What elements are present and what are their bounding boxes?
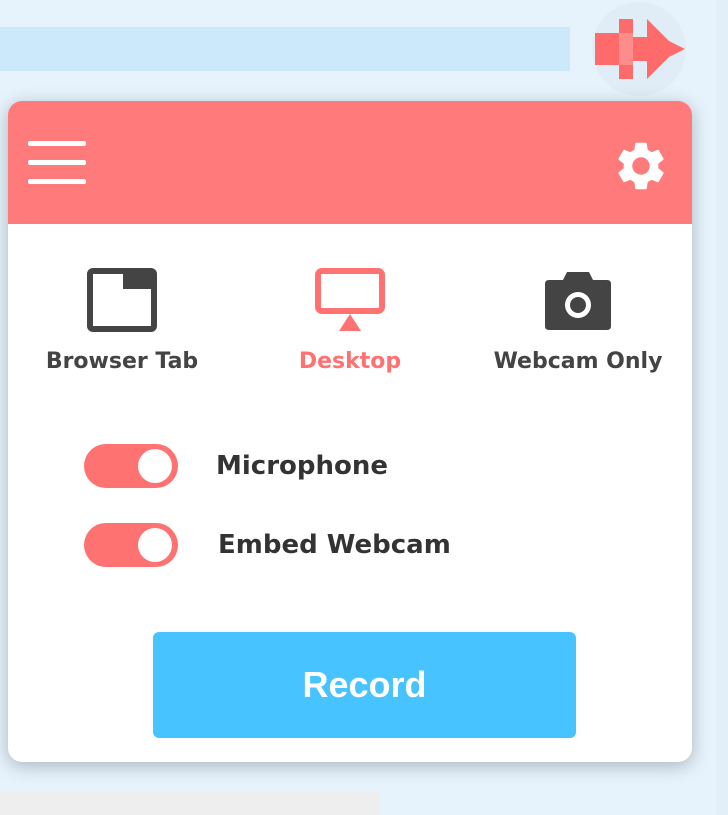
background-content-strip xyxy=(0,792,380,815)
embed-webcam-toggle[interactable] xyxy=(84,523,178,567)
camera-icon xyxy=(545,272,611,330)
background-scrollbar-track xyxy=(716,0,728,815)
recorder-popup: Browser Tab Desktop Webcam Only Micropho… xyxy=(8,101,692,762)
mode-label: Webcam Only xyxy=(493,349,663,374)
browser-tab-icon xyxy=(87,268,157,332)
record-button[interactable]: Record xyxy=(153,632,576,738)
screen-recorder-logo-icon xyxy=(595,19,685,79)
mode-webcam-only[interactable]: Webcam Only xyxy=(468,265,688,374)
mode-browser-tab[interactable]: Browser Tab xyxy=(12,265,232,374)
mode-desktop[interactable]: Desktop xyxy=(240,265,460,374)
hamburger-menu-icon[interactable] xyxy=(28,141,88,185)
embed-webcam-label: Embed Webcam xyxy=(218,530,451,560)
microphone-toggle[interactable] xyxy=(84,444,178,488)
extension-toolbar-button[interactable] xyxy=(592,2,686,96)
gear-icon[interactable] xyxy=(612,137,672,193)
microphone-option: Microphone xyxy=(84,443,388,489)
mode-label: Browser Tab xyxy=(45,349,199,374)
embed-webcam-option: Embed Webcam xyxy=(84,522,451,568)
mode-label: Desktop xyxy=(298,349,402,374)
popup-header xyxy=(8,101,692,224)
background-address-bar xyxy=(0,27,570,71)
monitor-icon xyxy=(315,268,385,331)
microphone-label: Microphone xyxy=(216,451,389,481)
